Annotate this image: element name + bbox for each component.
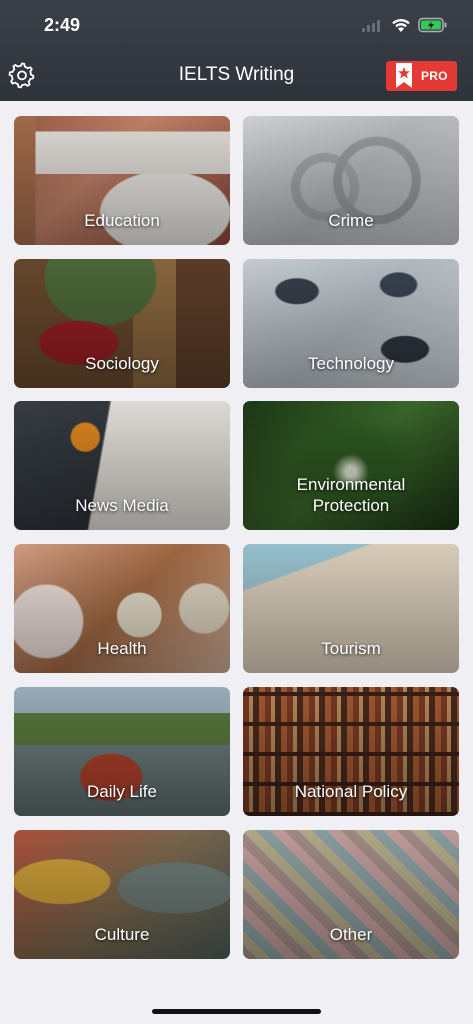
topic-label: Technology [307,354,394,373]
status-bar: 2:49 [0,0,473,50]
topic-label: Health [97,639,147,658]
topic-card-environmental-protection[interactable]: Environmental Protection [243,401,459,530]
pro-upgrade-button[interactable]: PRO [386,61,457,91]
battery-charging-icon [418,17,447,33]
topic-card-news-media[interactable]: News Media [14,401,230,530]
topic-label: Culture [94,925,150,944]
topic-label: National Policy [294,782,408,801]
topic-card-national-policy[interactable]: National Policy [243,687,459,816]
topic-card-health[interactable]: Health [14,544,230,673]
topic-card-sociology[interactable]: Sociology [14,259,230,388]
topic-card-tourism[interactable]: Tourism [243,544,459,673]
topic-label: Sociology [85,354,159,373]
topic-label: Environmental Protection [296,475,406,515]
topic-card-education[interactable]: Education [14,116,230,245]
topic-card-other[interactable]: Other [243,830,459,959]
home-indicator[interactable] [152,1009,321,1014]
cellular-signal-icon [362,20,380,32]
topic-card-culture[interactable]: Culture [14,830,230,959]
status-time: 2:49 [44,15,81,35]
nav-header: 2:49 IELTS Writing PRO [0,0,473,101]
topic-label: Daily Life [87,782,157,801]
topic-label: Tourism [321,639,381,658]
topic-label: Education [84,211,160,230]
topic-card-crime[interactable]: Crime [243,116,459,245]
topic-label: Other [329,925,373,944]
bookmark-star-icon [396,63,412,88]
topic-card-daily-life[interactable]: Daily Life [14,687,230,816]
topic-label: Crime [328,211,374,230]
topic-label: News Media [75,496,169,515]
wifi-icon [392,18,410,32]
app-root: 2:49 IELTS Writing PRO Education Crime S… [0,0,473,1024]
pro-label: PRO [421,69,448,83]
topic-card-technology[interactable]: Technology [243,259,459,388]
